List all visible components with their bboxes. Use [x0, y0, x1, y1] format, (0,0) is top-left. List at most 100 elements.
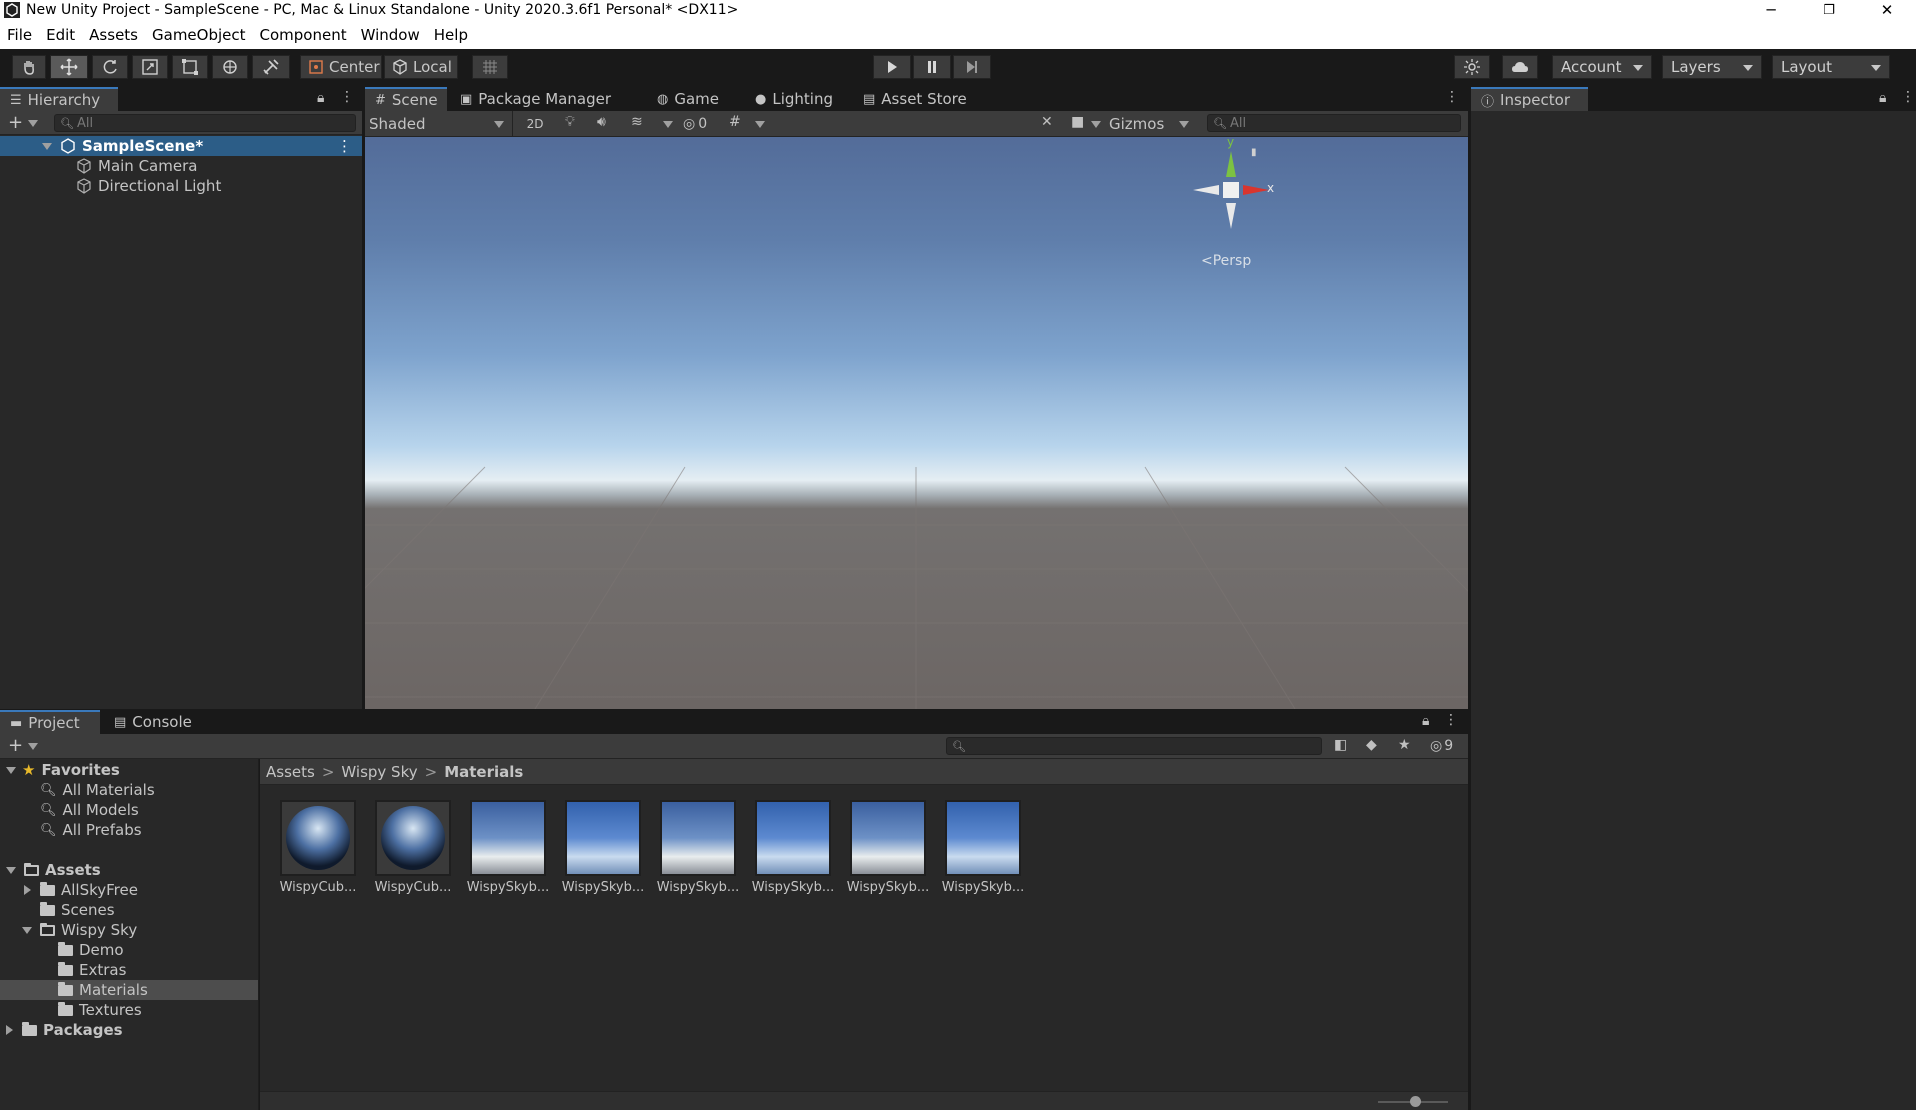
tab-console[interactable]: ▤ Console — [104, 710, 202, 734]
hierarchy-search-input[interactable]: 🔍︎ All — [54, 114, 356, 132]
asset-thumbnail[interactable] — [375, 800, 451, 876]
layout-dropdown[interactable]: Layout — [1772, 55, 1890, 79]
rotate-tool-button[interactable] — [92, 55, 128, 79]
hierarchy-item-main-camera[interactable]: Main Camera — [0, 156, 362, 176]
folder-extras[interactable]: Extras — [58, 960, 126, 980]
tab-lighting[interactable]: ● Lighting — [745, 87, 843, 111]
menu-assets[interactable]: Assets — [82, 26, 145, 44]
menu-edit[interactable]: Edit — [39, 26, 82, 44]
lock-icon[interactable]: 🔒︎ — [1422, 713, 1429, 729]
chevron-down-icon[interactable] — [755, 121, 765, 128]
chevron-down-icon[interactable] — [1179, 121, 1189, 128]
custom-tool-button[interactable] — [252, 55, 290, 79]
menu-file[interactable]: File — [0, 26, 39, 44]
hidden-packages-toggle[interactable]: ◎ 9 — [1430, 734, 1453, 758]
projection-toggle[interactable]: <Persp — [1201, 253, 1251, 269]
hierarchy-scene-row[interactable]: SampleScene* ⋮ — [0, 136, 362, 156]
breadcrumb-assets[interactable]: Assets — [266, 763, 315, 781]
menu-gameobject[interactable]: GameObject — [145, 26, 253, 44]
asset-thumbnail[interactable] — [755, 800, 831, 876]
folder-materials[interactable]: Materials — [0, 980, 258, 1000]
folder-textures[interactable]: Textures — [58, 1000, 142, 1020]
chevron-down-icon[interactable] — [22, 926, 32, 934]
chevron-down-icon[interactable] — [28, 743, 38, 750]
kebab-menu-icon[interactable]: ⋮ — [337, 137, 352, 155]
chevron-right-icon[interactable] — [24, 885, 31, 895]
favorite-star-icon[interactable]: ★ — [1398, 737, 1411, 753]
gizmos-button[interactable]: Gizmos — [1109, 111, 1164, 136]
assets-root-row[interactable]: Assets — [6, 860, 101, 880]
tab-inspector[interactable]: ⓘ Inspector — [1471, 87, 1588, 111]
move-tool-button[interactable] — [50, 55, 88, 79]
filter-by-label-icon[interactable]: ◆ — [1366, 737, 1377, 753]
menu-window[interactable]: Window — [354, 26, 427, 44]
asset-thumbnail[interactable] — [945, 800, 1021, 876]
folder-wispy-sky[interactable]: Wispy Sky — [22, 920, 137, 940]
chevron-down-icon[interactable] — [6, 766, 16, 774]
hand-tool-button[interactable] — [12, 55, 46, 79]
kebab-menu-icon[interactable]: ⋮ — [1901, 89, 1915, 105]
breadcrumb-materials[interactable]: Materials — [444, 763, 523, 781]
scene-search-input[interactable]: 🔍︎ All — [1207, 114, 1461, 132]
asset-thumbnail[interactable] — [660, 800, 736, 876]
favorite-item-all-prefabs[interactable]: 🔍︎ All Prefabs — [40, 820, 142, 840]
pause-button[interactable] — [913, 55, 951, 79]
chevron-down-icon[interactable] — [1091, 121, 1101, 128]
chevron-down-icon[interactable] — [42, 142, 52, 150]
chevron-down-icon[interactable] — [663, 121, 673, 128]
shading-mode-dropdown[interactable]: Shaded — [365, 111, 513, 136]
scene-viewport[interactable]: y x ▮ <Persp — [365, 137, 1468, 709]
kebab-menu-icon[interactable]: ⋮ — [1444, 712, 1458, 728]
tab-package-manager[interactable]: ▣ Package Manager — [450, 87, 621, 111]
menu-help[interactable]: Help — [427, 26, 475, 44]
project-add-button[interactable]: + — [8, 735, 23, 756]
camera-icon[interactable]: ■ — [1071, 114, 1084, 130]
tab-project[interactable]: ▬ Project — [0, 710, 100, 734]
minimize-button[interactable]: ─ — [1748, 0, 1794, 20]
lock-icon[interactable]: ▮ — [1251, 147, 1257, 158]
tab-scene[interactable]: # Scene — [365, 87, 447, 111]
asset-thumbnail[interactable] — [470, 800, 546, 876]
hierarchy-add-button[interactable]: + — [8, 112, 23, 133]
layers-dropdown[interactable]: Layers — [1662, 55, 1762, 79]
account-dropdown[interactable]: Account — [1552, 55, 1652, 79]
pivot-local-button[interactable]: Local — [384, 55, 458, 79]
asset-thumbnail[interactable] — [280, 800, 356, 876]
asset-thumbnail[interactable] — [850, 800, 926, 876]
hidden-objects-toggle[interactable]: ◎ 0 — [683, 111, 707, 136]
chevron-down-icon[interactable] — [6, 866, 16, 874]
step-button[interactable] — [953, 55, 991, 79]
tab-hierarchy[interactable]: ☰ Hierarchy — [0, 87, 118, 111]
asset-thumbnail[interactable] — [565, 800, 641, 876]
grid-toggle-icon[interactable]: # — [729, 114, 741, 130]
packages-root-row[interactable]: Packages — [6, 1020, 123, 1040]
favorite-item-all-models[interactable]: 🔍︎ All Models — [40, 800, 139, 820]
audio-toggle-icon[interactable]: 🔊︎ — [597, 114, 606, 130]
tools-icon[interactable]: ✕ — [1041, 114, 1053, 130]
effects-toggle-icon[interactable]: ≋ — [631, 114, 643, 130]
kebab-menu-icon[interactable]: ⋮ — [340, 89, 354, 105]
restore-button[interactable]: ❐ — [1806, 0, 1852, 20]
menu-component[interactable]: Component — [253, 26, 354, 44]
folder-demo[interactable]: Demo — [58, 940, 124, 960]
filter-by-type-icon[interactable]: ◧ — [1334, 737, 1347, 753]
chevron-down-icon[interactable] — [28, 120, 38, 127]
pivot-center-button[interactable]: Center — [300, 55, 382, 79]
folder-scenes[interactable]: Scenes — [40, 900, 115, 920]
lighting-toggle-icon[interactable]: 💡︎ — [565, 114, 575, 130]
project-search-input[interactable]: 🔍︎ — [946, 737, 1322, 755]
slider-handle[interactable] — [1410, 1096, 1421, 1107]
play-button[interactable] — [873, 55, 911, 79]
tab-asset-store[interactable]: ▤ Asset Store — [853, 87, 977, 111]
hierarchy-item-directional-light[interactable]: Directional Light — [0, 176, 362, 196]
kebab-menu-icon[interactable]: ⋮ — [1445, 89, 1459, 105]
2d-toggle[interactable]: 2D — [521, 111, 549, 136]
lock-icon[interactable]: 🔒︎ — [1879, 90, 1886, 106]
folder-allskyfree[interactable]: AllSkyFree — [24, 880, 138, 900]
orientation-gizmo[interactable]: y x ▮ <Persp — [1171, 137, 1291, 269]
scale-tool-button[interactable] — [132, 55, 168, 79]
cloud-button[interactable] — [1502, 55, 1538, 79]
grid-snap-button[interactable] — [472, 55, 508, 79]
close-button[interactable]: ✕ — [1864, 0, 1910, 20]
transform-tool-button[interactable] — [212, 55, 248, 79]
